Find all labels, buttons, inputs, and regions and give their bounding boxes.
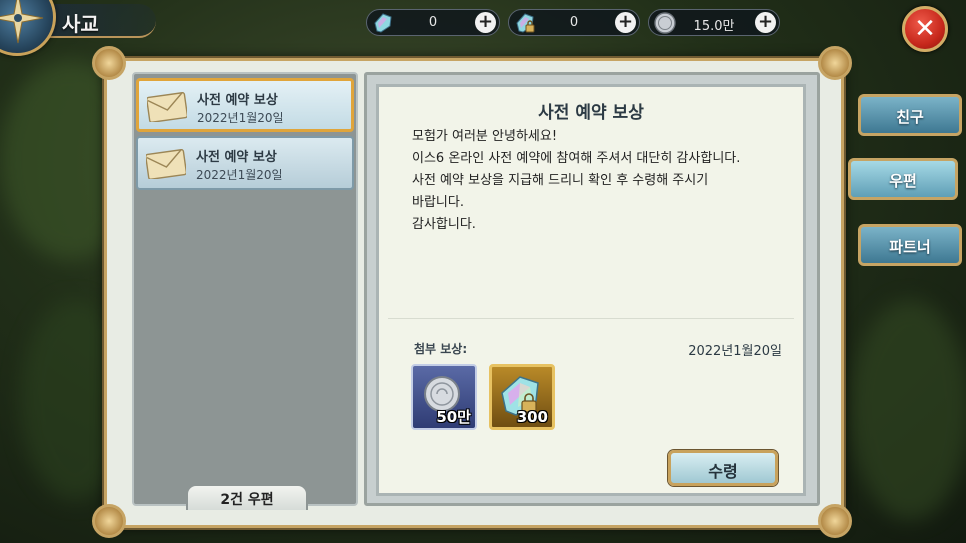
mail-body: 모험가 여러분 안녕하세요! 이스6 온라인 사전 예약에 참여해 주셔서 대단… (412, 126, 792, 236)
mail-body-line: 바랍니다. (412, 195, 464, 210)
reward-crystal-item[interactable]: 300 (489, 364, 555, 430)
currency-locked-crystal: 0 + (508, 9, 640, 36)
page-title: 사교 (62, 12, 99, 36)
currency-value: 0 (428, 15, 438, 30)
envelope-icon (146, 149, 186, 179)
mail-body-line: 이스6 온라인 사전 예약에 참여해 주셔서 대단히 감사합니다. (412, 151, 741, 166)
mail-item-date: 2022년1월20일 (197, 111, 284, 125)
close-button[interactable]: ✕ (902, 6, 948, 52)
divider (388, 318, 794, 319)
currency-value: 15.0만 (693, 19, 735, 34)
corner-ornament (92, 46, 126, 80)
tab-mail[interactable]: 우편 (848, 158, 958, 200)
tab-partner[interactable]: 파트너 (858, 224, 962, 266)
mail-item-title: 사전 예약 보상 (197, 93, 278, 108)
mail-item-date: 2022년1월20일 (196, 168, 283, 182)
claim-button[interactable]: 수령 (668, 450, 778, 486)
mail-body-line: 감사합니다. (412, 217, 476, 232)
reward-silver-item[interactable]: 50만 (411, 364, 477, 430)
locked-crystal-icon (516, 13, 535, 33)
mail-date: 2022년1월20일 (688, 344, 782, 359)
silver-coin-icon (654, 12, 676, 34)
envelope-icon (147, 92, 187, 122)
corner-ornament (92, 504, 126, 538)
background-foliage (850, 300, 966, 520)
compass-emblem-icon (0, 0, 56, 56)
add-currency-button[interactable]: + (615, 12, 636, 33)
corner-ornament (818, 504, 852, 538)
reward-quantity: 300 (516, 408, 548, 426)
add-currency-button[interactable]: + (475, 12, 496, 33)
title-plate (44, 4, 156, 38)
attachment-label: 첨부 보상: (414, 342, 468, 356)
add-currency-button[interactable]: + (755, 12, 776, 33)
currency-silver: 15.0만 + (648, 9, 780, 36)
close-icon: ✕ (914, 14, 936, 44)
reward-quantity: 50만 (436, 408, 471, 426)
mail-list-item[interactable]: 사전 예약 보상 2022년1월20일 (136, 136, 354, 190)
mail-body-line: 모험가 여러분 안녕하세요! (412, 129, 558, 144)
crystal-icon (374, 13, 392, 33)
currency-crystal: 0 + (366, 9, 500, 36)
corner-ornament (818, 46, 852, 80)
mail-body-line: 사전 예약 보상을 지급해 드리니 확인 후 수령해 주시기 (412, 173, 709, 188)
tab-friends[interactable]: 친구 (858, 94, 962, 136)
mail-detail-title: 사전 예약 보상 (538, 103, 644, 123)
mail-count-label: 2건 우편 (186, 484, 308, 510)
mail-list-item[interactable]: 사전 예약 보상 2022년1월20일 (136, 78, 354, 132)
mail-item-title: 사전 예약 보상 (196, 150, 277, 165)
currency-value: 0 (569, 15, 579, 30)
